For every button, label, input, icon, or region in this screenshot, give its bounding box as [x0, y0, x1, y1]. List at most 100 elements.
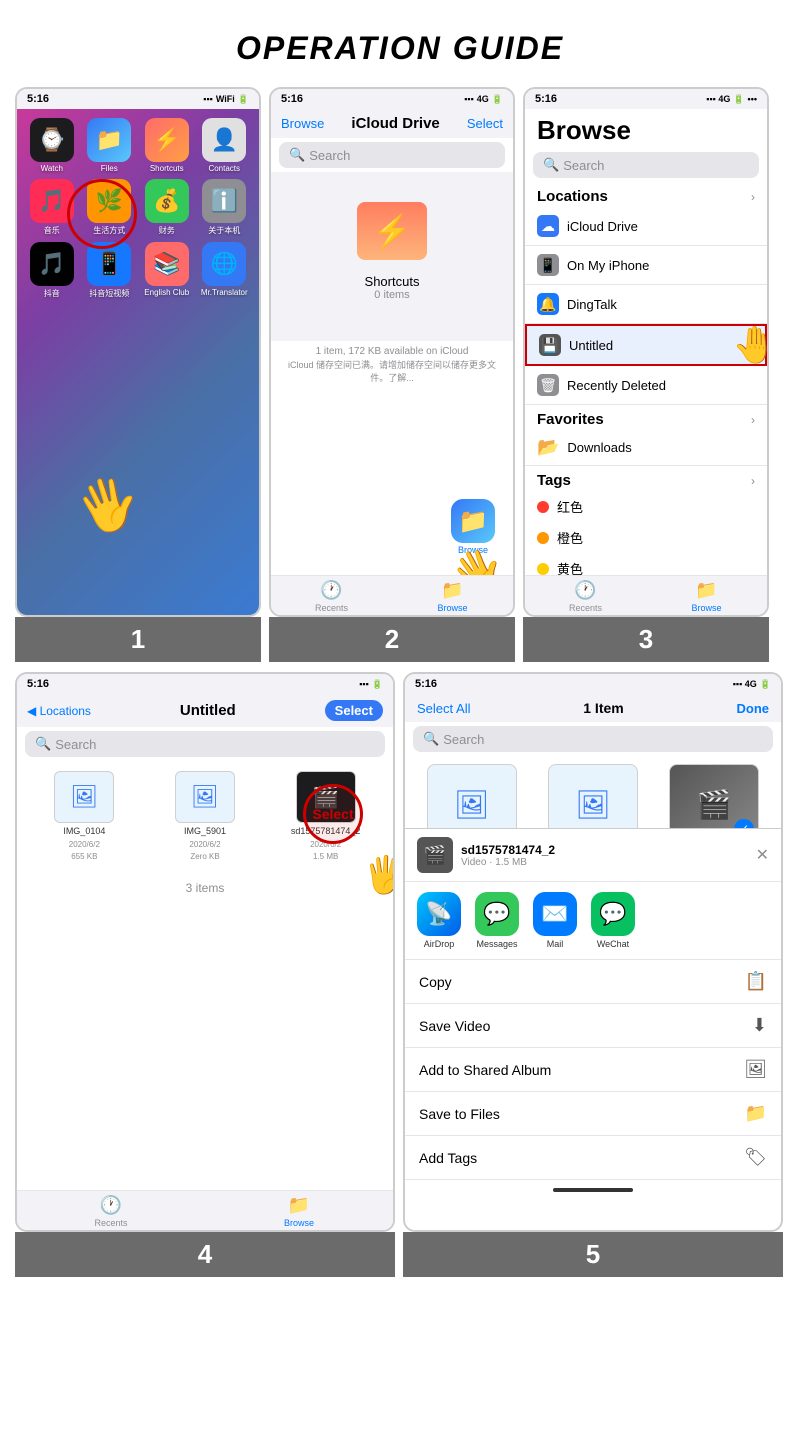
- app-finance[interactable]: 💰 财务: [141, 179, 193, 236]
- save-files-label: Save to Files: [419, 1106, 500, 1122]
- frame4-time: 5:16: [27, 678, 49, 690]
- action-save-files[interactable]: Save to Files 📁: [405, 1092, 781, 1136]
- tag-red-label: 红色: [557, 497, 583, 516]
- favorites-title: Favorites: [537, 411, 604, 428]
- music-label: 音乐: [44, 225, 60, 236]
- frame3-search[interactable]: 🔍 Search: [533, 152, 759, 178]
- app-translator[interactable]: 🌐 Mr.Translator: [199, 242, 251, 299]
- tag-orange[interactable]: 橙色: [525, 522, 767, 553]
- downloads-item[interactable]: 📂 Downloads: [525, 430, 767, 466]
- step3-bar: 3: [523, 617, 769, 662]
- on-my-iphone-icon: 📱: [537, 254, 559, 276]
- done-btn[interactable]: Done: [736, 701, 769, 716]
- tab3-recents[interactable]: 🕐 Recents: [525, 580, 646, 613]
- browse-tab-icon: 📁: [441, 580, 463, 601]
- file-item-img0104[interactable]: 🖼 IMG_0104 2020/6/2 655 KB: [29, 771, 140, 861]
- watch-icon: ⌚: [30, 118, 74, 162]
- tab-recents[interactable]: 🕐 Recents: [271, 580, 392, 613]
- recently-deleted-item[interactable]: 🗑 Recently Deleted: [525, 366, 767, 405]
- app-douyin[interactable]: 📱 抖音短视频: [84, 242, 136, 299]
- shortcuts-folder-icon: ⚡: [357, 202, 427, 260]
- app-contacts[interactable]: 👤 Contacts: [199, 118, 251, 173]
- tag-red[interactable]: 红色: [525, 491, 767, 522]
- share-panel: 🎬 sd1575781474_2 Video · 1.5 MB ✕ 📡 AirD…: [405, 828, 781, 1200]
- select4-button[interactable]: Select: [325, 700, 383, 721]
- action-copy[interactable]: Copy 📋: [405, 960, 781, 1004]
- frame5: 5:16 ▪▪▪ 4G 🔋 Select All 1 Item Done 🔍 S…: [403, 672, 783, 1232]
- items-count: 3 items: [17, 871, 393, 905]
- share-app-row: 📡 AirDrop 💬 Messages ✉️ Mail 💬 WeChat: [405, 882, 781, 960]
- share-messages[interactable]: 💬 Messages: [475, 892, 519, 949]
- shared-album-icon: 🖼: [744, 1059, 767, 1080]
- share-wechat[interactable]: 💬 WeChat: [591, 892, 635, 949]
- icloud-drive-item[interactable]: ☁ iCloud Drive: [525, 207, 767, 246]
- shortcuts-label: Shortcuts: [150, 164, 184, 173]
- favorites-chevron: ›: [751, 413, 755, 427]
- battery3-icon: 🔋: [733, 94, 744, 105]
- tab4-browse[interactable]: 📁 Browse: [205, 1195, 393, 1228]
- tags-chevron: ›: [751, 474, 755, 488]
- yellow-dot: [537, 563, 549, 575]
- battery5-icon: 🔋: [760, 679, 771, 690]
- frame2-status-bar: 5:16 ▪▪▪ 4G 🔋: [271, 89, 513, 109]
- app-english[interactable]: 📚 English Club: [141, 242, 193, 299]
- frame5-status-bar: 5:16 ▪▪▪ 4G 🔋: [405, 674, 781, 694]
- untitled-icon: 💾: [539, 334, 561, 356]
- recents3-tab-label: Recents: [569, 603, 602, 613]
- on-my-iphone-item[interactable]: 📱 On My iPhone: [525, 246, 767, 285]
- tag-blue[interactable]: 花色: [525, 615, 767, 617]
- recents4-tab-label: Recents: [94, 1218, 127, 1228]
- mail-icon: ✉️: [533, 892, 577, 936]
- icloud-info: 1 item, 172 KB available on iCloud iClou…: [271, 341, 513, 388]
- frame2-search[interactable]: 🔍 Search: [279, 142, 505, 168]
- frame5-search[interactable]: 🔍 Search: [413, 726, 773, 752]
- app-about[interactable]: ℹ️ 关于本机: [199, 179, 251, 236]
- add-tags-icon: 🏷: [744, 1147, 767, 1168]
- favorites-header: Favorites ›: [525, 405, 767, 430]
- frame3-tab-bar: 🕐 Recents 📁 Browse: [525, 575, 767, 615]
- img5901-thumb: 🖼: [175, 771, 235, 823]
- app-files[interactable]: 📁 Files: [84, 118, 136, 173]
- dingtalk-item[interactable]: 🔔 DingTalk: [525, 285, 767, 324]
- dingtalk-label: DingTalk: [567, 297, 617, 312]
- tab-browse[interactable]: 📁 Browse: [392, 580, 513, 613]
- nav-back[interactable]: Browse: [281, 116, 324, 131]
- frame3-status-icons: ▪▪▪ 4G 🔋 •••: [706, 94, 757, 105]
- close-sheet-button[interactable]: ✕: [756, 845, 769, 865]
- app-lifestyle[interactable]: 🌿 生活方式: [84, 179, 136, 236]
- app-tiktok[interactable]: 🎵 抖音: [26, 242, 78, 299]
- img5901-size: Zero KB: [190, 852, 219, 861]
- share-mail[interactable]: ✉️ Mail: [533, 892, 577, 949]
- selected-file-info: sd1575781474_2 Video · 1.5 MB: [461, 843, 748, 868]
- back-locations[interactable]: ◀ Locations: [27, 704, 91, 718]
- translator-label: Mr.Translator: [201, 288, 248, 297]
- airdrop-label: AirDrop: [424, 939, 455, 949]
- share-airdrop[interactable]: 📡 AirDrop: [417, 892, 461, 949]
- action-shared-album[interactable]: Add to Shared Album 🖼: [405, 1048, 781, 1092]
- tab4-recents[interactable]: 🕐 Recents: [17, 1195, 205, 1228]
- save-video-icon: ⬇: [752, 1015, 767, 1036]
- english-label: English Club: [144, 288, 189, 297]
- more3-icon[interactable]: •••: [748, 94, 757, 104]
- action-add-tags[interactable]: Add Tags 🏷: [405, 1136, 781, 1180]
- home-indicator-bar: [553, 1188, 633, 1192]
- nav-select[interactable]: Select: [467, 116, 503, 131]
- search5-icon: 🔍: [423, 731, 439, 747]
- action-save-video[interactable]: Save Video ⬇: [405, 1004, 781, 1048]
- untitled-item[interactable]: 💾 Untitled 🤚: [525, 324, 767, 366]
- hand-pointer: 🖐️: [69, 467, 148, 544]
- select-all-btn[interactable]: Select All: [417, 701, 470, 716]
- tab3-browse[interactable]: 📁 Browse: [646, 580, 767, 613]
- frame4-search[interactable]: 🔍 Search: [25, 731, 385, 757]
- shortcuts-folder-name: Shortcuts: [365, 274, 420, 289]
- contacts-icon: 👤: [202, 118, 246, 162]
- icloud-drive-icon: ☁: [537, 215, 559, 237]
- frame5-time: 5:16: [415, 678, 437, 690]
- shortcuts-folder-items: 0 items: [374, 289, 409, 301]
- file-item-img5901[interactable]: 🖼 IMG_5901 2020/6/2 Zero KB: [150, 771, 261, 861]
- frame2-tab-bar: 🕐 Recents 📁 Browse: [271, 575, 513, 615]
- app-music[interactable]: 🎵 音乐: [26, 179, 78, 236]
- app-watch[interactable]: ⌚ Watch: [26, 118, 78, 173]
- app-shortcuts[interactable]: ⚡ Shortcuts: [141, 118, 193, 173]
- files-icon: 📁: [87, 118, 131, 162]
